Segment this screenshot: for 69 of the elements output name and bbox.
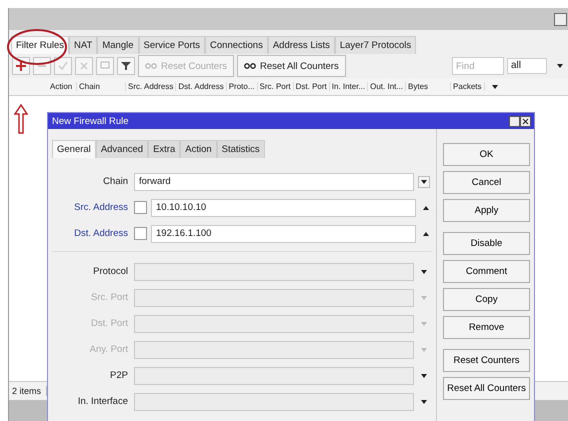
combo-field[interactable] bbox=[134, 262, 414, 280]
check-icon bbox=[58, 61, 68, 71]
combo-field[interactable] bbox=[134, 340, 414, 358]
column-header[interactable]: Src. Address bbox=[126, 82, 176, 91]
dialog-button[interactable]: Cancel bbox=[443, 171, 530, 194]
column-header[interactable]: Dst. Address bbox=[176, 82, 227, 91]
enable-button[interactable] bbox=[54, 57, 72, 75]
dialog-button[interactable]: OK bbox=[443, 143, 530, 166]
column-header[interactable]: Packets bbox=[451, 82, 484, 91]
dialog-button[interactable]: Disable bbox=[443, 232, 530, 255]
highlight-circle bbox=[6, 28, 68, 66]
arrow-icon bbox=[14, 104, 28, 134]
tab[interactable]: General bbox=[52, 140, 96, 158]
filter-icon bbox=[121, 61, 131, 71]
column-header[interactable]: Proto... bbox=[226, 82, 258, 91]
counter-icon bbox=[145, 63, 157, 69]
dialog-button[interactable]: Comment bbox=[443, 260, 530, 283]
column-header[interactable]: Bytes bbox=[406, 82, 452, 91]
column-header[interactable]: In. Inter... bbox=[330, 82, 368, 91]
note-icon bbox=[100, 61, 110, 71]
tab[interactable]: Service Ports bbox=[138, 36, 206, 54]
column-header[interactable]: Src. Port bbox=[258, 82, 294, 91]
field-label: In. Interface bbox=[76, 396, 129, 407]
dialog-button[interactable]: Apply bbox=[443, 199, 530, 222]
dialog-button[interactable]: Reset Counters bbox=[443, 349, 530, 372]
field-label: Chain bbox=[102, 176, 129, 187]
combo-field[interactable] bbox=[134, 288, 414, 306]
dialog-title: New Firewall Rule bbox=[52, 116, 129, 126]
column-header[interactable]: Action bbox=[48, 82, 77, 91]
column-header[interactable]: Chain bbox=[77, 82, 126, 91]
tab[interactable]: NAT bbox=[69, 36, 98, 54]
dialog-button[interactable]: Reset All Counters bbox=[443, 377, 530, 400]
field-label: Dst. Port bbox=[90, 318, 129, 329]
column-header[interactable]: Out. Int... bbox=[368, 82, 406, 91]
counter-icon bbox=[244, 63, 256, 69]
reset-counters-button[interactable]: Reset All Counters bbox=[237, 55, 346, 77]
combo-field[interactable] bbox=[134, 314, 414, 332]
tab[interactable]: Extra bbox=[148, 140, 180, 158]
tab[interactable]: Mangle bbox=[97, 36, 139, 54]
combo-field[interactable] bbox=[134, 366, 414, 384]
dialog-button[interactable]: Remove bbox=[443, 316, 530, 339]
restore-window-button[interactable] bbox=[554, 12, 567, 26]
tab[interactable]: Connections bbox=[205, 36, 268, 54]
tab[interactable]: Advanced bbox=[96, 140, 148, 158]
tab[interactable]: Action bbox=[180, 140, 217, 158]
plus-icon bbox=[16, 61, 26, 71]
find-field[interactable]: Find bbox=[452, 57, 504, 75]
combo-field[interactable]: forward bbox=[134, 172, 414, 190]
tab[interactable]: Statistics bbox=[216, 140, 265, 158]
negate-checkbox[interactable] bbox=[134, 201, 147, 214]
filter-dropdown[interactable]: all bbox=[507, 58, 547, 74]
close-icon[interactable] bbox=[509, 116, 531, 126]
filter-button[interactable] bbox=[117, 57, 135, 75]
column-header[interactable]: Dst. Port bbox=[294, 82, 330, 91]
field-label: P2P bbox=[109, 370, 129, 381]
address-field[interactable]: 192.16.1.100 bbox=[151, 224, 416, 242]
field-label: Src. Port bbox=[90, 292, 129, 303]
tab[interactable]: Address Lists bbox=[268, 36, 335, 54]
tab[interactable]: Filter Rules bbox=[11, 36, 70, 54]
tab[interactable]: Layer7 Protocols bbox=[334, 36, 416, 54]
cross-icon bbox=[79, 61, 89, 71]
combo-field[interactable] bbox=[134, 392, 414, 410]
field-label: Any. Port bbox=[88, 344, 129, 355]
field-label: Protocol bbox=[92, 266, 129, 277]
address-field[interactable]: 10.10.10.10 bbox=[151, 198, 416, 216]
negate-checkbox[interactable] bbox=[134, 227, 147, 240]
field-label[interactable]: Src. Address bbox=[52, 202, 134, 213]
dialog-button[interactable]: Copy bbox=[443, 288, 530, 311]
field-label[interactable]: Dst. Address bbox=[52, 228, 134, 239]
